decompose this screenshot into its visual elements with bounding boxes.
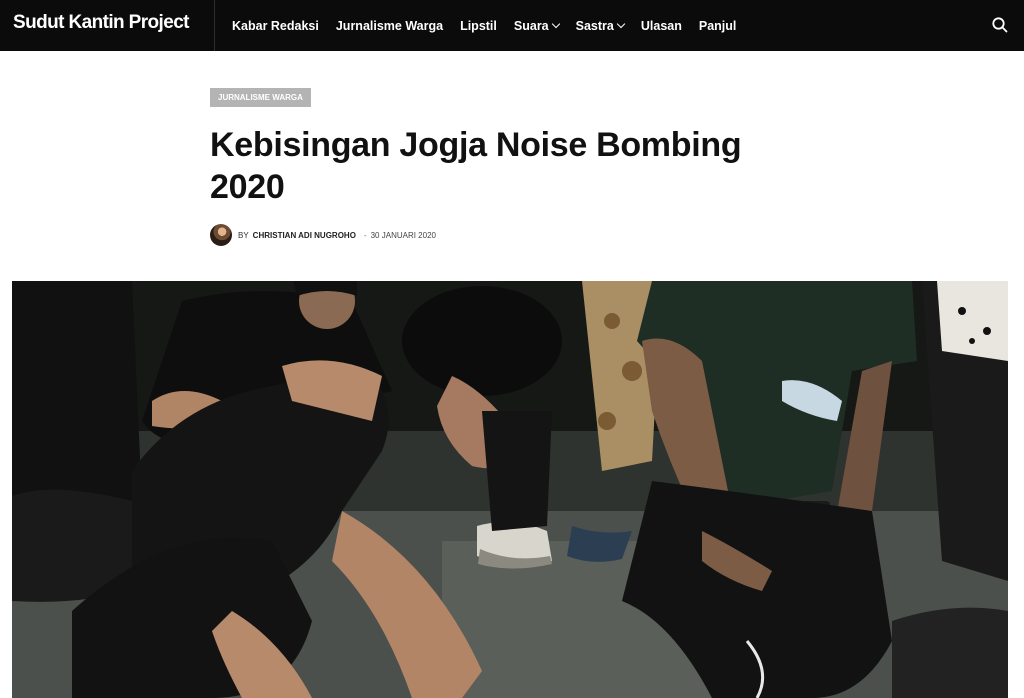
main-nav: Kabar Redaksi Jurnalisme Warga Lipstil S… [232, 0, 753, 51]
site-header: Sudut Kantin Project Kabar Redaksi Jurna… [0, 0, 1024, 51]
by-label: BY [238, 230, 249, 240]
category-badge[interactable]: JURNALISME WARGA [210, 88, 311, 107]
chevron-down-icon [551, 19, 560, 29]
featured-photo [12, 281, 1008, 698]
nav-item-label: Sastra [575, 18, 614, 33]
search-icon [992, 17, 1008, 33]
article-meta: BY CHRISTIAN ADI NUGROHO - 30 JANUARI 20… [210, 224, 436, 246]
nav-item-label: Suara [513, 18, 549, 33]
nav-item-label: Lipstil [460, 18, 497, 33]
site-logo[interactable]: Sudut Kantin Project [13, 12, 190, 34]
nav-item-kabar-redaksi[interactable]: Kabar Redaksi [232, 19, 319, 33]
nav-item-jurnalisme-warga[interactable]: Jurnalisme Warga [336, 19, 443, 33]
nav-item-ulasan[interactable]: Ulasan [641, 19, 682, 33]
featured-image [12, 281, 1008, 698]
meta-separator: - [363, 230, 367, 240]
search-button[interactable] [991, 16, 1009, 34]
nav-item-label: Kabar Redaksi [232, 18, 319, 33]
post-date: 30 JANUARI 2020 [370, 230, 436, 240]
nav-item-sastra[interactable]: Sastra [575, 18, 626, 33]
author-avatar[interactable] [210, 224, 232, 246]
nav-item-lipstil[interactable]: Lipstil [460, 19, 497, 33]
chevron-down-icon [616, 19, 626, 29]
nav-item-label: Jurnalisme Warga [335, 18, 444, 33]
nav-item-label: Ulasan [640, 18, 682, 33]
author-link[interactable]: CHRISTIAN ADI NUGROHO [253, 231, 356, 240]
nav-item-label: Panjul [698, 18, 737, 33]
nav-item-panjul[interactable]: Panjul [699, 19, 737, 33]
header-divider [214, 0, 215, 51]
nav-item-suara[interactable]: Suara [513, 18, 560, 33]
article-title: Kebisingan Jogja Noise Bombing 2020 [210, 126, 742, 206]
